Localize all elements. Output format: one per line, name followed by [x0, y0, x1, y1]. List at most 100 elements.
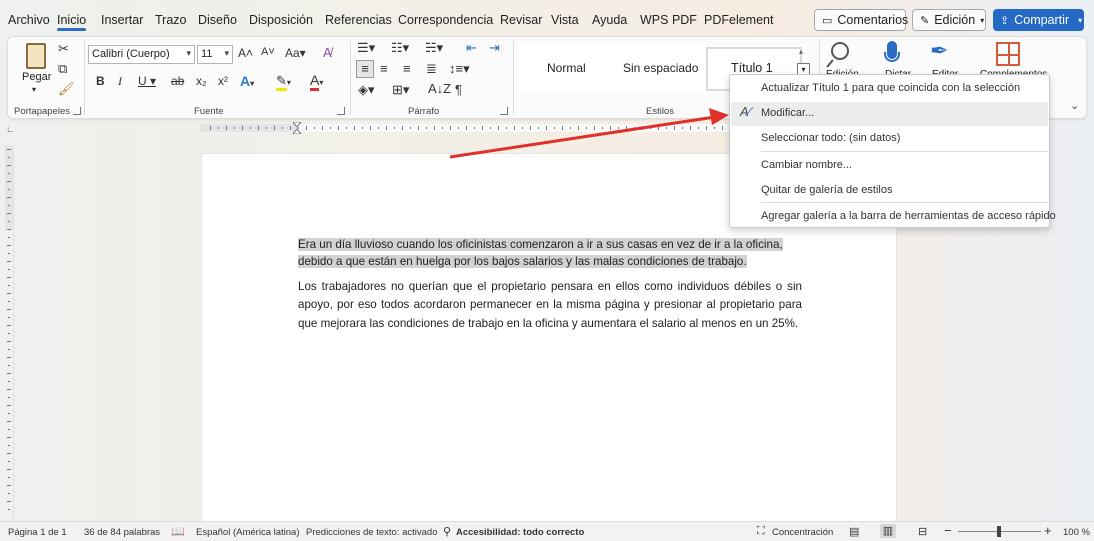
tab-vista[interactable]: Vista — [551, 13, 579, 27]
tab-referencias[interactable]: Referencias — [325, 13, 392, 27]
tab-wps-pdf[interactable]: WPS PDF — [640, 13, 697, 27]
numbering-icon[interactable]: ☷▾ — [391, 40, 409, 56]
comments-button[interactable]: ▭ Comentarios — [814, 9, 908, 31]
sort-icon[interactable]: A↓Z — [428, 81, 451, 96]
bold-icon[interactable]: B — [96, 74, 105, 88]
zoom-slider-thumb[interactable] — [997, 526, 1001, 537]
ruler-tick — [7, 341, 11, 342]
menu-item-remove-from-gallery[interactable]: Quitar de galería de estilos — [761, 184, 892, 196]
styles-group-label: Estilos — [646, 106, 674, 117]
ruler-tick — [7, 389, 11, 390]
show-formatting-icon[interactable]: ¶ — [455, 82, 462, 97]
accessibility-status[interactable]: Accesibilidad: todo correcto — [456, 527, 584, 538]
chevron-up-icon[interactable]: ▴ — [799, 47, 803, 56]
paragraph-body[interactable]: Los trabajadores no querían que el propi… — [298, 278, 802, 333]
font-color-icon[interactable]: A▾ — [310, 72, 323, 91]
tab-revisar[interactable]: Revisar — [500, 13, 542, 27]
paste-label: Pegar — [22, 71, 52, 83]
clear-formatting-icon[interactable]: A̸ — [323, 45, 332, 60]
selected-line-2[interactable]: debido a que están en huelga por los baj… — [298, 255, 747, 268]
zoom-level[interactable]: 100 % — [1063, 527, 1090, 538]
ruler-tick — [418, 126, 419, 130]
word-count[interactable]: 36 de 84 palabras — [84, 527, 160, 538]
highlight-icon[interactable]: ✎▾ — [276, 73, 291, 91]
menu-item-rename[interactable]: Cambiar nombre... — [761, 159, 852, 171]
ruler-tick — [642, 126, 643, 130]
cut-icon[interactable]: ✂ — [58, 41, 69, 57]
change-case-icon[interactable]: Aa▾ — [285, 46, 306, 60]
shading-icon[interactable]: ◈▾ — [358, 82, 375, 98]
decrease-indent-icon[interactable]: ⇤ — [466, 40, 477, 56]
align-right-icon[interactable]: ≡ — [403, 61, 411, 76]
superscript-icon[interactable]: x² — [218, 74, 228, 88]
ruler-tick — [530, 126, 531, 130]
tab-inicio[interactable]: Inicio — [57, 13, 87, 31]
ruler-tick — [322, 126, 323, 130]
style-normal[interactable]: Normal — [547, 61, 586, 75]
tab-correspondencia[interactable]: Correspondencia — [398, 13, 493, 27]
paste-button[interactable]: Pegar ▾ — [18, 41, 54, 97]
ruler-tick — [7, 293, 11, 294]
ruler-tick — [314, 127, 315, 129]
dialog-launcher-icon[interactable] — [500, 107, 508, 115]
paragraph-selected[interactable]: Era un día lluvioso cuando los oficinist… — [298, 236, 808, 270]
align-left-icon[interactable]: ≡ — [356, 60, 374, 78]
shrink-font-icon[interactable]: A˅ — [261, 46, 275, 58]
underline-icon[interactable]: U ▾ — [138, 74, 156, 88]
zoom-out-icon[interactable]: − — [944, 523, 952, 538]
borders-icon[interactable]: ⊞▾ — [392, 82, 409, 98]
strikethrough-icon[interactable]: ab — [171, 74, 184, 88]
share-button[interactable]: ⇪ Compartir ▾ — [993, 9, 1084, 31]
copy-icon[interactable]: ⧉ — [58, 61, 67, 77]
dialog-launcher-icon[interactable] — [337, 107, 345, 115]
selected-line-1[interactable]: Era un día lluvioso cuando los oficinist… — [298, 238, 783, 251]
tab-diseno[interactable]: Diseño — [198, 13, 237, 27]
bullets-icon[interactable]: ☰▾ — [357, 40, 375, 56]
tab-insertar[interactable]: Insertar — [101, 13, 143, 27]
ruler-tick — [442, 127, 443, 129]
style-no-spacing[interactable]: Sin espaciado — [623, 61, 698, 75]
read-mode-icon[interactable]: ▤ — [849, 525, 859, 538]
align-center-icon[interactable]: ≡ — [380, 61, 388, 76]
increase-indent-icon[interactable]: ⇥ — [489, 40, 500, 56]
subscript-icon[interactable]: x₂ — [196, 74, 207, 88]
style-heading-1[interactable]: Título 1 — [731, 61, 773, 75]
tab-disposicion[interactable]: Disposición — [249, 13, 313, 27]
text-effects-icon[interactable]: A▾ — [240, 73, 254, 89]
dialog-launcher-icon[interactable] — [73, 107, 81, 115]
tab-trazo[interactable]: Trazo — [155, 13, 187, 27]
font-size-select[interactable]: 11 ▾ — [197, 45, 233, 64]
proofing-icon[interactable]: 📖 — [171, 525, 185, 538]
justify-icon[interactable]: ≣ — [426, 61, 437, 77]
font-name-select[interactable]: Calibri (Cuerpo) ▾ — [88, 45, 195, 64]
multilevel-list-icon[interactable]: ☵▾ — [425, 40, 443, 56]
ruler-tick — [226, 126, 227, 130]
menu-item-add-to-quick-access[interactable]: Agregar galería a la barra de herramient… — [761, 210, 1056, 222]
web-layout-icon[interactable]: ⊟ — [918, 525, 927, 538]
page-count[interactable]: Página 1 de 1 — [8, 527, 67, 538]
ruler-tick — [570, 127, 571, 129]
editing-mode-button[interactable]: ✎ Edición ▾ — [912, 9, 986, 31]
grow-font-icon[interactable]: A˄ — [238, 46, 253, 60]
zoom-in-icon[interactable]: + — [1044, 523, 1052, 538]
menu-item-update-style[interactable]: Actualizar Título 1 para que coincida co… — [761, 82, 1020, 94]
divider — [513, 41, 514, 115]
zoom-slider[interactable] — [958, 526, 1041, 537]
print-layout-icon[interactable]: ▥ — [880, 524, 896, 538]
tab-archivo[interactable]: Archivo — [8, 13, 50, 27]
collapse-ribbon-icon[interactable]: ⌄ — [1070, 99, 1079, 112]
menu-item-modify[interactable]: Modificar... — [761, 107, 814, 119]
format-painter-icon[interactable]: 🖌 — [58, 81, 75, 97]
tab-pdfelement[interactable]: PDFelement — [704, 13, 773, 27]
ruler-tick — [8, 301, 10, 302]
menu-item-select-all[interactable]: Seleccionar todo: (sin datos) — [761, 132, 900, 144]
language-status[interactable]: Español (América latina) — [196, 527, 300, 538]
focus-button[interactable]: Concentración — [772, 527, 833, 538]
text-predictions-status[interactable]: Predicciones de texto: activado — [306, 527, 438, 538]
line-spacing-icon[interactable]: ↕≡▾ — [449, 61, 470, 77]
tab-ayuda[interactable]: Ayuda — [592, 13, 627, 27]
ruler-tick — [8, 221, 10, 222]
ruler-tick — [722, 126, 723, 130]
style-context-menu: Actualizar Título 1 para que coincida co… — [729, 74, 1056, 228]
italic-icon[interactable]: I — [118, 74, 122, 89]
